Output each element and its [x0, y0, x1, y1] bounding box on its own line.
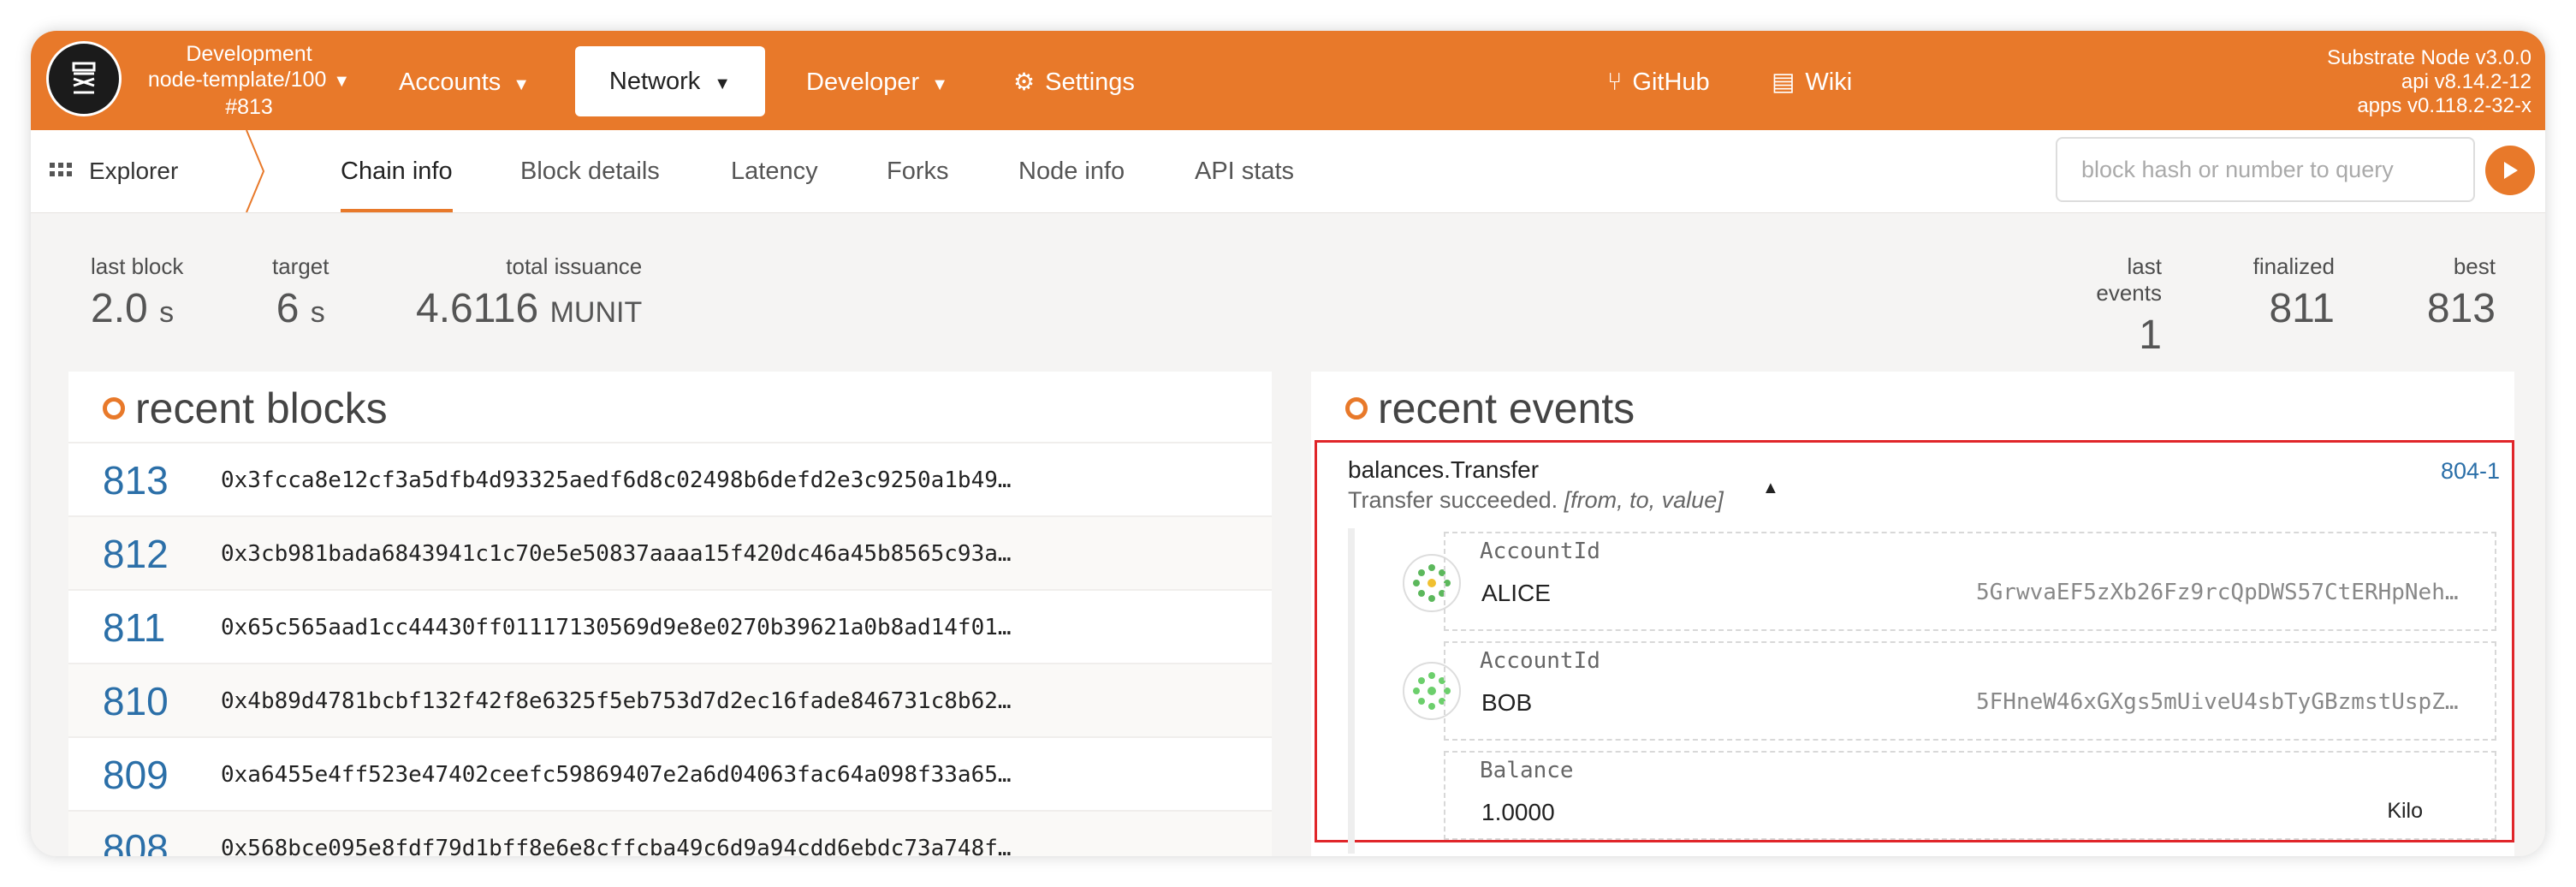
- top-navbar: Development node-template/100 ▼ #813 Acco…: [31, 31, 2545, 130]
- caret-down-icon: ▼: [333, 72, 351, 91]
- block-row[interactable]: 811 0x65c565aad1cc44430ff01117130569d9e8…: [68, 589, 1272, 664]
- nav-settings[interactable]: ⚙ Settings: [1013, 48, 1135, 116]
- recent-events-panel: recent events balances.Transfer Transfer…: [1311, 372, 2514, 856]
- event-name: balances.Transfer: [1348, 456, 1540, 483]
- github-link[interactable]: ⑂ GitHub: [1607, 48, 1710, 116]
- nav-developer[interactable]: Developer ▼: [806, 48, 948, 116]
- app-window: Development node-template/100 ▼ #813 Acco…: [31, 31, 2545, 856]
- play-icon: [2504, 162, 2518, 179]
- tab-api-stats[interactable]: API stats: [1195, 130, 1294, 212]
- event-block-link[interactable]: 804-1: [2441, 458, 2500, 485]
- stat-target: target 6 s: [272, 253, 329, 331]
- event-item[interactable]: balances.Transfer Transfer succeeded. [f…: [1315, 440, 2514, 854]
- stat-best: best 813: [2426, 253, 2496, 331]
- bullet-icon: [1345, 396, 1368, 420]
- book-icon: ▤: [1772, 68, 1795, 96]
- event-params-divider: [1348, 528, 1355, 854]
- apps-grid-icon: [50, 162, 72, 176]
- explorer-subnav: Explorer Chain info Block details Latenc…: [31, 130, 2545, 213]
- tab-node-info[interactable]: Node info: [1018, 130, 1125, 212]
- stat-total-issuance: total issuance 4.6116 MUNIT: [416, 253, 643, 331]
- block-row[interactable]: 810 0x4b89d4781bcbf132f42f8e6325f5eb753d…: [68, 663, 1272, 738]
- recent-blocks-title: recent blocks: [103, 384, 388, 433]
- recent-events-title: recent events: [1345, 384, 1635, 433]
- recent-blocks-panel: recent blocks 813 0x3fcca8e12cf3a5dfb4d9…: [68, 372, 1272, 856]
- chain-runtime: node-template/100: [147, 68, 327, 92]
- block-row[interactable]: 813 0x3fcca8e12cf3a5dfb4d93325aedf6d8c02…: [68, 442, 1272, 517]
- collapse-caret-icon[interactable]: ▲: [1762, 479, 1779, 498]
- chain-selector[interactable]: Development node-template/100 ▼ #813: [134, 41, 365, 120]
- search-go-button[interactable]: [2485, 146, 2535, 195]
- caret-down-icon: ▼: [513, 75, 531, 94]
- block-row[interactable]: 809 0xa6455e4ff523e47402ceefc59869407e2a…: [68, 736, 1272, 812]
- tab-block-details[interactable]: Block details: [520, 130, 660, 212]
- wiki-link[interactable]: ▤ Wiki: [1772, 48, 1852, 116]
- nav-network[interactable]: Network ▼: [575, 46, 765, 116]
- bullet-icon: [103, 396, 125, 420]
- event-param-value: Balance 1.0000 Kilo: [1444, 751, 2496, 840]
- git-branch-icon: ⑂: [1607, 68, 1623, 96]
- substrate-logo-icon[interactable]: [46, 41, 122, 116]
- tab-forks[interactable]: Forks: [887, 130, 949, 212]
- block-row[interactable]: 808 0x568bce095e8fdf79d1bff8e6e8cffcba49…: [68, 810, 1272, 856]
- caret-down-icon: ▼: [931, 75, 948, 94]
- block-row[interactable]: 812 0x3cb981bada6843941c1c70e5e50837aaaa…: [68, 515, 1272, 591]
- event-param-from: AccountId ALICE 5GrwvaEF5zXb26Fz9rcQpDWS…: [1444, 532, 2496, 631]
- block-search-input[interactable]: [2056, 137, 2475, 202]
- explorer-menu[interactable]: Explorer: [50, 130, 178, 212]
- stat-last-events: last events 1: [2096, 253, 2162, 358]
- gears-icon: ⚙: [1013, 68, 1036, 95]
- chain-block: #813: [225, 95, 273, 119]
- nav-accounts[interactable]: Accounts ▼: [399, 48, 530, 116]
- stat-last-block: last block 2.0 s: [91, 253, 184, 331]
- event-description: Transfer succeeded. [from, to, value]: [1348, 487, 1724, 513]
- caret-down-icon: ▼: [714, 74, 732, 93]
- event-param-to: AccountId BOB 5FHneW46xGXgs5mUiveU4sbTyG…: [1444, 641, 2496, 741]
- chain-name: Development: [186, 42, 312, 66]
- stat-finalized: finalized 811: [2253, 253, 2335, 331]
- version-info: Substrate Node v3.0.0 api v8.14.2-12 app…: [2327, 46, 2531, 117]
- tab-chain-info[interactable]: Chain info: [341, 130, 453, 212]
- chevron-separator-icon: [246, 130, 265, 212]
- tab-latency[interactable]: Latency: [731, 130, 818, 212]
